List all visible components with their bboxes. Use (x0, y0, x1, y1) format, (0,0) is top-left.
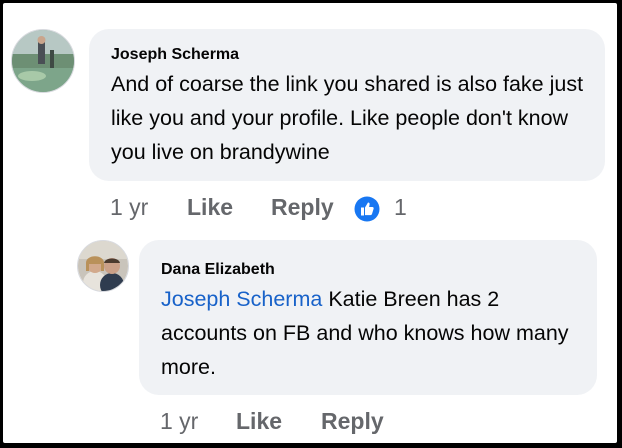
reply-button[interactable]: Reply (271, 194, 334, 221)
reply-button[interactable]: Reply (321, 408, 384, 435)
comment-timestamp[interactable]: 1 yr (110, 194, 148, 221)
like-button[interactable]: Like (187, 194, 233, 221)
avatar[interactable] (77, 240, 129, 292)
golf-course-photo-icon (12, 30, 74, 92)
reply-bubble: Dana Elizabeth Joseph Scherma Katie Bree… (139, 240, 597, 395)
couple-photo-icon (78, 241, 128, 291)
like-button[interactable]: Like (236, 408, 282, 435)
comment-author[interactable]: Dana Elizabeth (161, 261, 275, 279)
comment-thread: Joseph Scherma And of coarse the link yo… (3, 3, 617, 443)
comment-text: Joseph Scherma Katie Breen has 2 account… (161, 282, 591, 384)
mention-link[interactable]: Joseph Scherma (161, 287, 322, 311)
reaction-count[interactable]: 1 (394, 194, 407, 221)
avatar[interactable] (11, 29, 75, 93)
comment-author[interactable]: Joseph Scherma (111, 46, 239, 64)
comment-text: And of coarse the link you shared is als… (111, 72, 584, 164)
comment-bubble: Joseph Scherma And of coarse the link yo… (89, 29, 605, 181)
like-reaction-icon[interactable] (354, 196, 380, 222)
comment-timestamp[interactable]: 1 yr (160, 408, 198, 435)
